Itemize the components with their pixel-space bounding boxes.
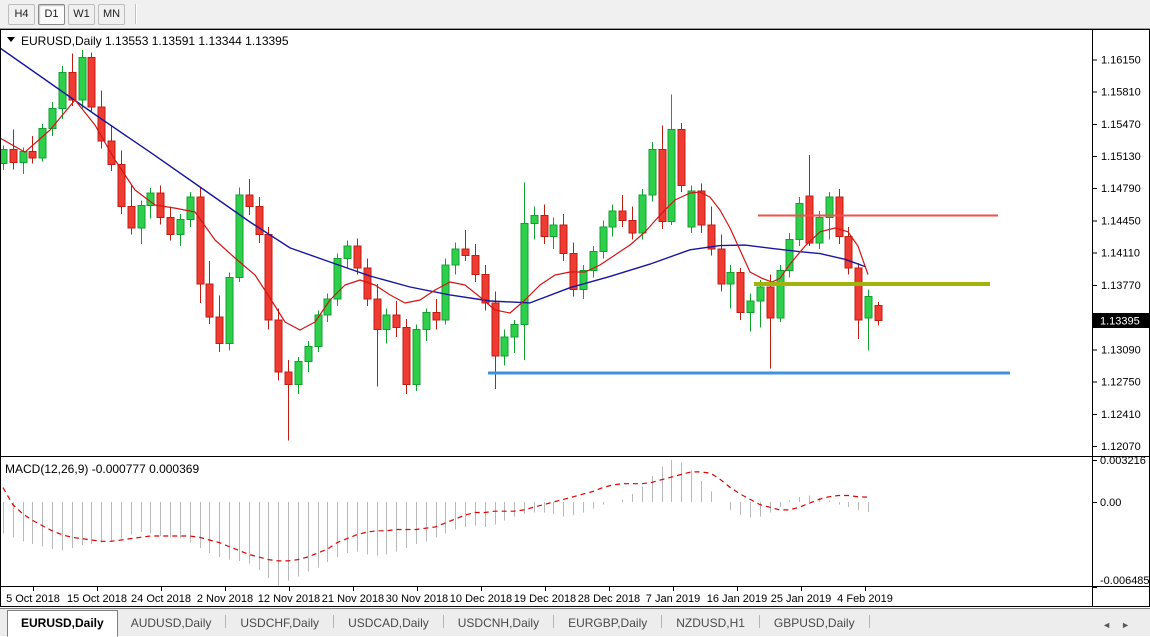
tab-divider bbox=[661, 615, 662, 628]
svg-text:1.14110: 1.14110 bbox=[1101, 248, 1140, 260]
svg-text:12 Nov 2018: 12 Nov 2018 bbox=[258, 593, 320, 605]
svg-text:1.14790: 1.14790 bbox=[1101, 183, 1141, 195]
svg-text:19 Dec 2018: 19 Dec 2018 bbox=[514, 593, 576, 605]
svg-text:-0.006485: -0.006485 bbox=[1100, 575, 1150, 587]
chart-title: EURUSD,Daily 1.13553 1.13591 1.13344 1.1… bbox=[7, 34, 289, 48]
svg-text:1.13090: 1.13090 bbox=[1101, 344, 1141, 356]
price-badge: 1.13395 bbox=[1093, 313, 1150, 328]
chart-tabs-bar: EURUSD,Daily AUDUSD,Daily USDCHF,Daily U… bbox=[0, 608, 1150, 636]
svg-text:1.15810: 1.15810 bbox=[1101, 87, 1141, 99]
svg-text:30 Nov 2018: 30 Nov 2018 bbox=[386, 593, 448, 605]
tab-usdchf-daily[interactable]: USDCHF,Daily bbox=[227, 611, 332, 636]
svg-text:28 Dec 2018: 28 Dec 2018 bbox=[578, 593, 640, 605]
svg-text:0.003216: 0.003216 bbox=[1100, 455, 1146, 467]
svg-text:1.14450: 1.14450 bbox=[1101, 216, 1141, 228]
tab-eurusd-daily[interactable]: EURUSD,Daily bbox=[7, 610, 118, 637]
svg-text:21 Nov 2018: 21 Nov 2018 bbox=[322, 593, 384, 605]
low-support-line[interactable] bbox=[488, 372, 1010, 375]
tab-scroll-arrows: ◄► bbox=[1102, 620, 1140, 630]
tab-gbpusd-daily[interactable]: GBPUSD,Daily bbox=[761, 611, 868, 636]
chart-canvas[interactable]: 1.16150 1.15810 1.15470 1.15130 1.14790 1.144… bbox=[0, 29, 1150, 608]
tab-divider bbox=[759, 615, 760, 628]
tab-divider bbox=[553, 615, 554, 628]
timeframe-toolbar: H4 D1 W1 MN bbox=[0, 0, 1150, 29]
tab-audusd-daily[interactable]: AUDUSD,Daily bbox=[118, 611, 225, 636]
svg-text:16 Jan 2019: 16 Jan 2019 bbox=[707, 593, 768, 605]
svg-text:1.12410: 1.12410 bbox=[1101, 409, 1141, 421]
svg-text:24 Oct 2018: 24 Oct 2018 bbox=[131, 593, 191, 605]
svg-text:0.00: 0.00 bbox=[1100, 497, 1121, 509]
svg-text:EURUSD,Daily 1.13553 1.13591: EURUSD,Daily 1.13553 1.13591 1.13344 1.1… bbox=[21, 34, 289, 48]
macd-label: MACD(12,26,9) -0.000777 0.000369 bbox=[5, 462, 199, 476]
svg-text:10 Dec 2018: 10 Dec 2018 bbox=[450, 593, 512, 605]
svg-text:15 Oct 2018: 15 Oct 2018 bbox=[67, 593, 127, 605]
svg-text:1.13395: 1.13395 bbox=[1100, 315, 1140, 327]
tabs-scroll-right-icon[interactable]: ► bbox=[1121, 620, 1140, 630]
svg-text:1.13770: 1.13770 bbox=[1101, 280, 1141, 292]
svg-text:7 Jan 2019: 7 Jan 2019 bbox=[646, 593, 700, 605]
timeframe-h4-button[interactable]: H4 bbox=[8, 4, 35, 25]
tab-usdcnh-daily[interactable]: USDCNH,Daily bbox=[445, 611, 552, 636]
svg-text:1.12750: 1.12750 bbox=[1101, 377, 1141, 389]
mid-support-line[interactable] bbox=[754, 282, 990, 286]
timeframe-d1-button[interactable]: D1 bbox=[38, 4, 65, 25]
timeframe-w1-button[interactable]: W1 bbox=[68, 4, 95, 25]
tab-eurgbp-daily[interactable]: EURGBP,Daily bbox=[555, 611, 660, 636]
svg-text:25 Jan 2019: 25 Jan 2019 bbox=[771, 593, 832, 605]
resistance-line[interactable] bbox=[758, 215, 998, 217]
svg-text:5 Oct 2018: 5 Oct 2018 bbox=[6, 593, 60, 605]
tab-usdcad-daily[interactable]: USDCAD,Daily bbox=[335, 611, 442, 636]
tabs-scroll-left-icon[interactable]: ◄ bbox=[1102, 620, 1121, 630]
tab-divider bbox=[225, 615, 226, 628]
tab-nzdusd-h1[interactable]: NZDUSD,H1 bbox=[663, 611, 758, 636]
svg-text:4 Feb 2019: 4 Feb 2019 bbox=[837, 593, 893, 605]
price-chart-svg[interactable]: 1.16150 1.15810 1.15470 1.15130 1.14790 1.144… bbox=[0, 29, 1150, 608]
svg-text:1.16150: 1.16150 bbox=[1101, 54, 1141, 66]
tab-divider bbox=[869, 615, 870, 628]
tab-divider bbox=[333, 615, 334, 628]
toolbar-separator bbox=[135, 4, 137, 24]
svg-text:1.15470: 1.15470 bbox=[1101, 119, 1141, 131]
svg-text:1.12070: 1.12070 bbox=[1101, 441, 1141, 453]
svg-text:1.15130: 1.15130 bbox=[1101, 151, 1141, 163]
timeframe-mn-button[interactable]: MN bbox=[98, 4, 125, 25]
svg-text:2 Nov 2018: 2 Nov 2018 bbox=[197, 593, 253, 605]
tab-divider bbox=[443, 615, 444, 628]
